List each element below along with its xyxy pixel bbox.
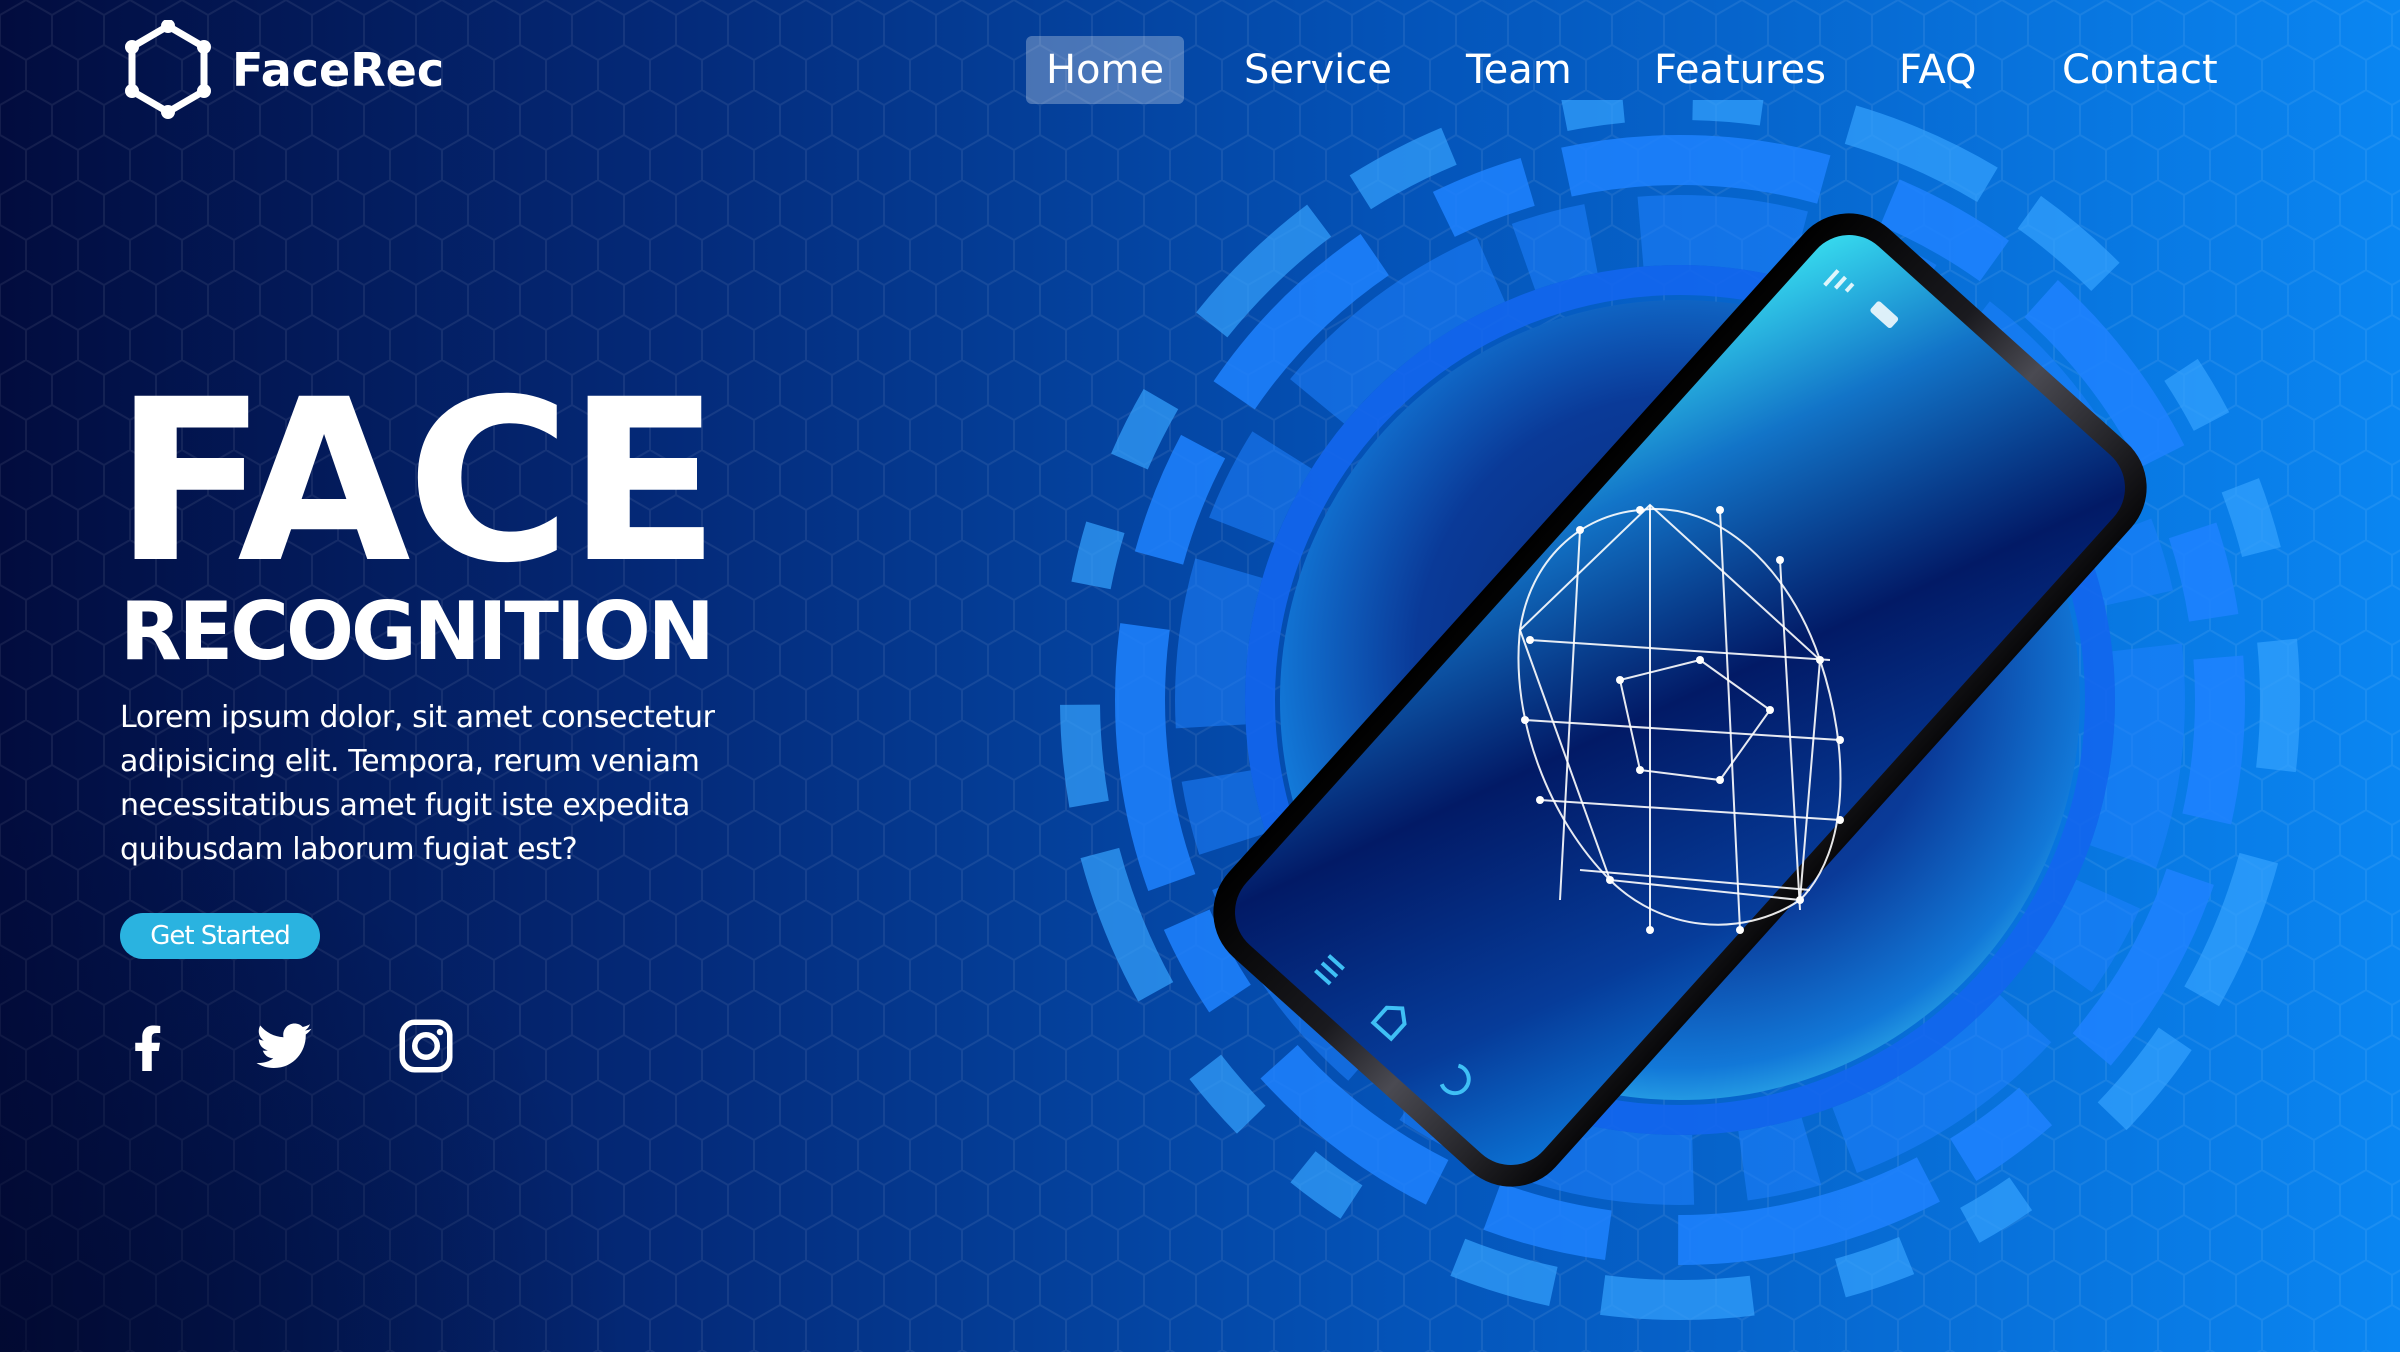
hero-description: Lorem ipsum dolor, sit amet consectetur … — [120, 700, 715, 867]
brand-name: FaceRec — [232, 43, 445, 97]
nav-item-features[interactable]: Features — [1654, 36, 1826, 104]
facebook-link[interactable] — [116, 1014, 180, 1078]
twitter-icon — [256, 1023, 312, 1068]
instagram-icon — [399, 1019, 453, 1073]
hexagon-network-icon — [125, 20, 211, 119]
nav-item-contact[interactable]: Contact — [2062, 36, 2218, 104]
nav-item-service[interactable]: Service — [1244, 36, 1392, 104]
nav-item-faq[interactable]: FAQ — [1899, 36, 1976, 104]
instagram-link[interactable] — [394, 1014, 458, 1078]
get-started-button[interactable]: Get Started — [120, 913, 320, 959]
hero-subtitle: RECOGNITION — [120, 585, 715, 678]
nav-item-team[interactable]: Team — [1466, 36, 1572, 104]
hero-title: FACE — [114, 351, 720, 612]
facebook-icon — [135, 1025, 161, 1071]
face-scan-illustration — [1040, 80, 2320, 1340]
twitter-link[interactable] — [252, 1014, 316, 1078]
nav-item-home[interactable]: Home — [1026, 36, 1184, 104]
brand-logo[interactable]: FaceRec — [124, 20, 444, 120]
